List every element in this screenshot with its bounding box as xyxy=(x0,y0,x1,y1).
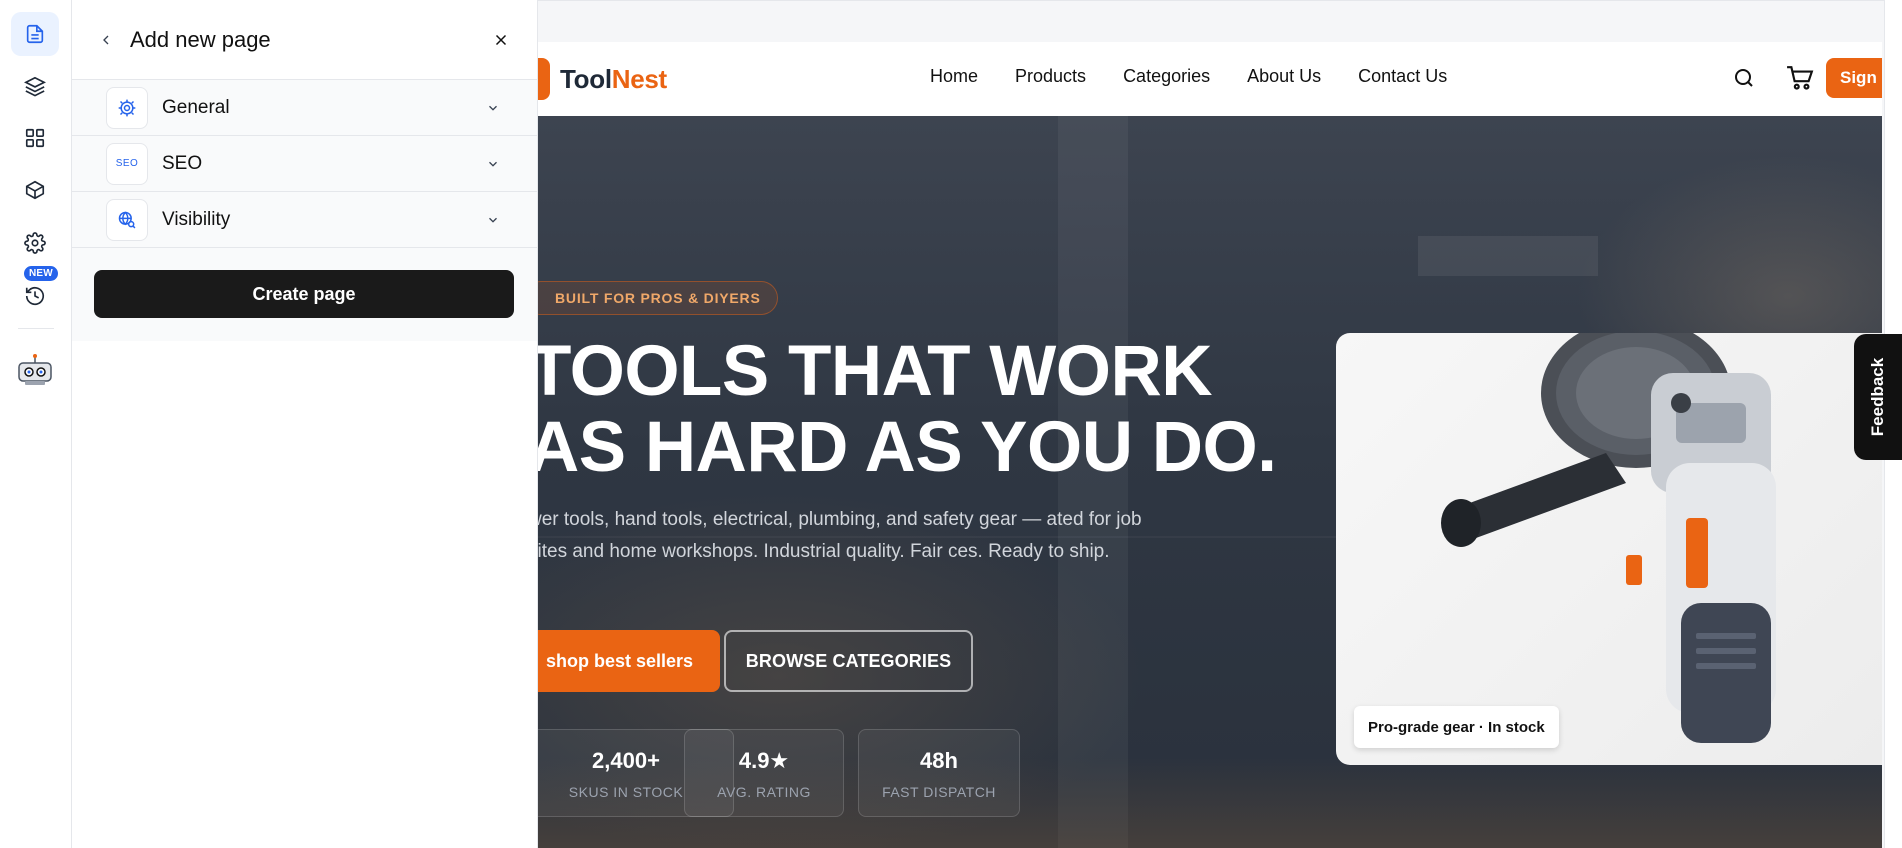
close-icon xyxy=(495,34,507,45)
gear-icon xyxy=(24,232,46,254)
history-icon xyxy=(25,287,45,306)
seo-icon: SEO xyxy=(106,142,148,185)
site-preview: ToolNest Home Products Categories About … xyxy=(524,0,1902,848)
site-header: ToolNest Home Products Categories About … xyxy=(524,42,1882,116)
panel-header: Add new page xyxy=(72,0,537,80)
feedback-tab[interactable]: Feedback xyxy=(1854,334,1902,460)
preview-top-strip xyxy=(538,0,1902,42)
search-icon[interactable] xyxy=(1732,66,1756,95)
globe-search-icon xyxy=(118,210,136,228)
panel-actions: Create page xyxy=(72,248,537,341)
section-icon-box xyxy=(106,86,148,129)
angle-grinder-image xyxy=(1441,333,1776,743)
chevron-left-icon xyxy=(103,35,109,44)
product-image-card[interactable]: Pro-grade gear · In stock xyxy=(1336,333,1882,765)
create-page-button[interactable]: Create page xyxy=(94,270,514,318)
section-label: General xyxy=(162,96,230,118)
page-icon xyxy=(26,24,44,44)
browse-categories-button[interactable]: BROWSE CATEGORIES xyxy=(724,630,973,692)
stat-rating: 4.9★ AVG. RATING xyxy=(684,729,844,817)
section-visibility[interactable]: Visibility xyxy=(72,192,537,248)
add-page-panel: Add new page General SEO SEO Visibility … xyxy=(72,0,538,848)
panel-title: Add new page xyxy=(130,26,271,52)
editor-icon-rail: NEW xyxy=(0,0,72,848)
sign-in-button[interactable]: Sign xyxy=(1826,58,1882,98)
box-icon-button[interactable] xyxy=(11,168,59,212)
main-nav: Home Products Categories About Us Contac… xyxy=(930,66,1484,87)
hero-badge: BUILT FOR PROS & DIYERS xyxy=(538,281,778,315)
section-icon-box xyxy=(106,198,148,241)
section-seo[interactable]: SEO SEO xyxy=(72,136,537,192)
section-general[interactable]: General xyxy=(72,80,537,136)
avatar[interactable] xyxy=(14,350,56,392)
grid-icon-button[interactable] xyxy=(11,116,59,160)
history-icon-button[interactable] xyxy=(11,274,59,318)
layers-icon-button[interactable] xyxy=(11,64,59,108)
site-logo[interactable]: ToolNest xyxy=(524,58,667,100)
box-icon xyxy=(25,180,45,200)
chevron-down-icon xyxy=(485,156,501,172)
nav-link-about[interactable]: About Us xyxy=(1247,66,1321,87)
hero-bg-shape xyxy=(1418,236,1598,276)
section-label: Visibility xyxy=(162,208,231,230)
section-label: SEO xyxy=(162,152,203,174)
grid-icon xyxy=(25,128,45,148)
layers-icon xyxy=(24,76,46,97)
shop-best-sellers-button[interactable]: shop best sellers xyxy=(538,630,720,692)
gear-icon xyxy=(118,99,136,116)
chevron-down-icon xyxy=(485,100,501,116)
stat-dispatch: 48h FAST DISPATCH xyxy=(858,729,1020,817)
close-button[interactable] xyxy=(487,26,515,54)
product-tag: Pro-grade gear · In stock xyxy=(1354,706,1559,748)
nav-link-home[interactable]: Home xyxy=(930,66,978,87)
back-button[interactable] xyxy=(94,28,118,52)
pages-icon-button[interactable] xyxy=(11,12,59,56)
nav-link-products[interactable]: Products xyxy=(1015,66,1086,87)
nav-link-categories[interactable]: Categories xyxy=(1123,66,1210,87)
hero-section: BUILT FOR PROS & DIYERS TOOLS THAT WORK … xyxy=(538,116,1882,848)
hero-headline: TOOLS THAT WORK AS HARD AS YOU DO. xyxy=(538,332,1277,487)
hero-description: wer tools, hand tools, electrical, plumb… xyxy=(538,509,1142,562)
logo-text: ToolNest xyxy=(560,63,667,94)
cart-icon[interactable] xyxy=(1786,65,1814,96)
nav-link-contact[interactable]: Contact Us xyxy=(1358,66,1447,87)
settings-icon-button[interactable] xyxy=(11,221,59,265)
rail-divider xyxy=(18,328,54,329)
chevron-down-icon xyxy=(485,212,501,228)
robot-avatar-icon xyxy=(18,354,52,385)
